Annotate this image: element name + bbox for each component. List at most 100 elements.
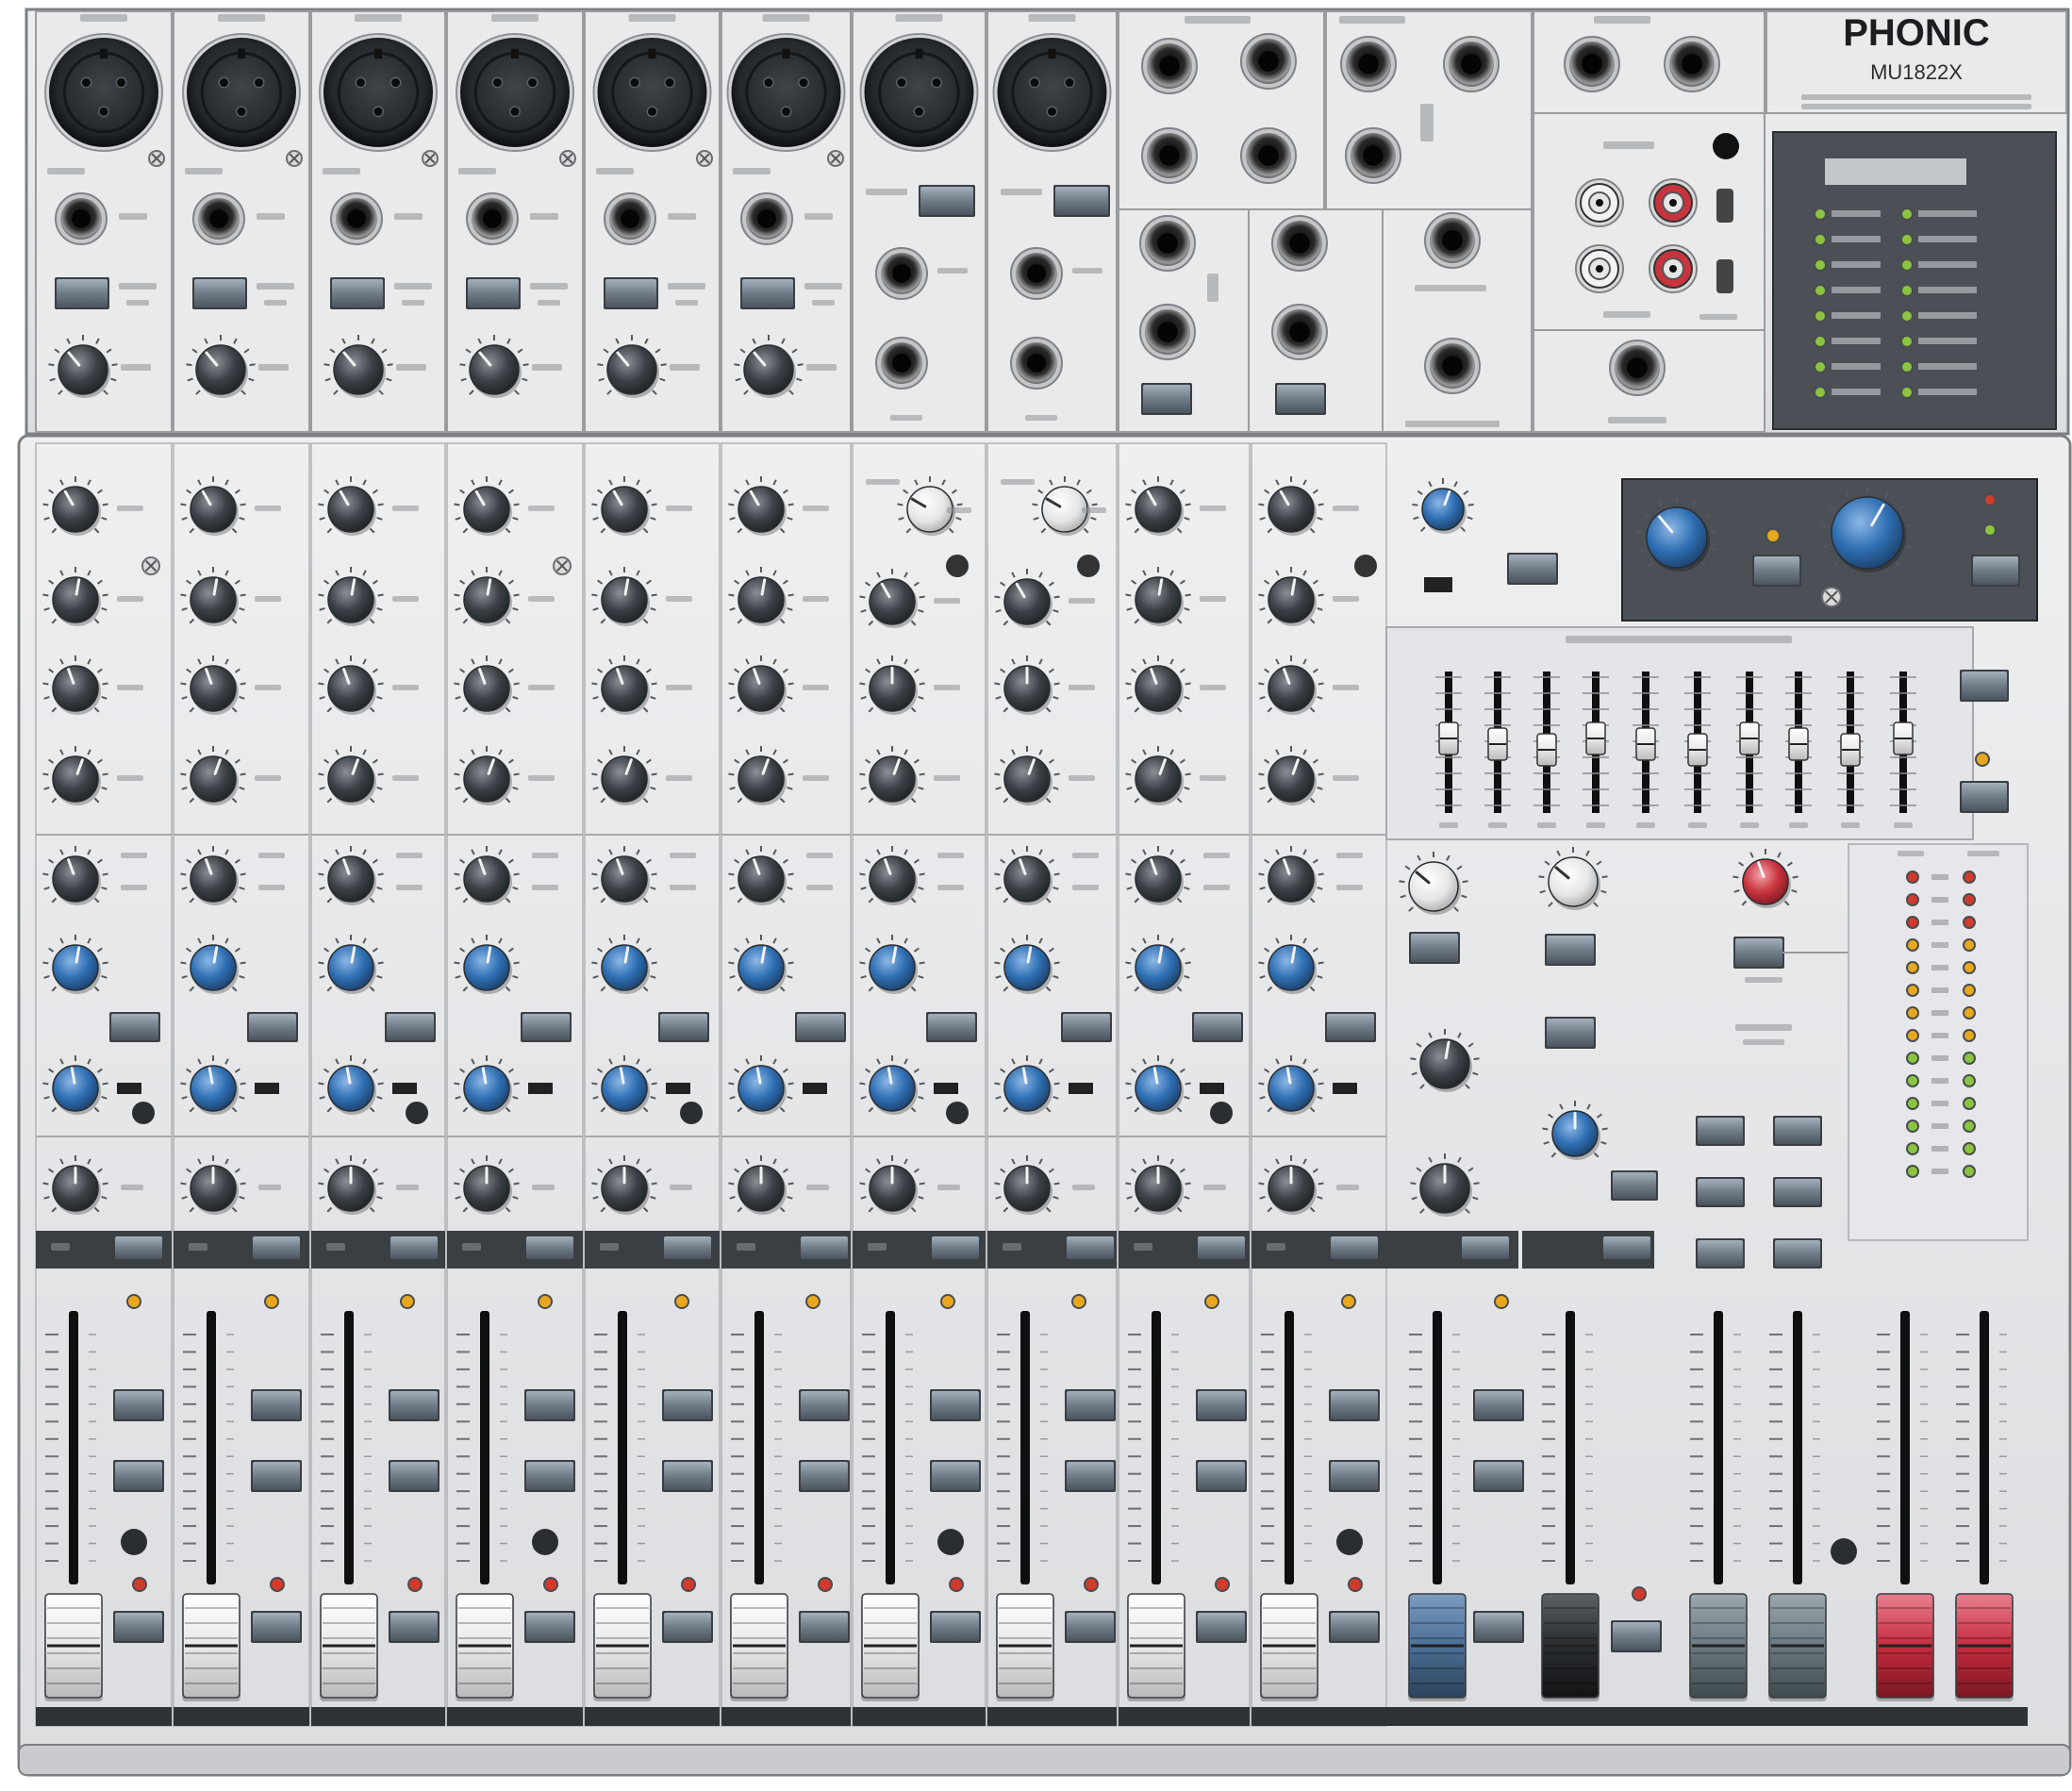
pre-post-button[interactable] [658,1012,709,1042]
monitor-mute-button[interactable] [1601,1235,1652,1261]
solo-button[interactable] [930,1611,981,1643]
led-lens [539,1296,551,1307]
group-3-4-button[interactable] [1065,1460,1116,1492]
mute-button[interactable] [1065,1235,1116,1261]
aux-solo-button[interactable] [1611,1170,1658,1201]
group-2-button[interactable] [1773,1116,1822,1146]
pre-post-button[interactable] [795,1012,846,1042]
group-3-4-button[interactable] [389,1460,439,1492]
led-lens [1815,209,1825,219]
silkscreen-mark [1735,1024,1792,1031]
group-3-4-button[interactable] [662,1460,713,1492]
group-3-4-button[interactable] [799,1460,850,1492]
button-cap [390,1613,438,1641]
knob-cap [327,576,374,623]
low-cut-button[interactable] [604,277,658,309]
mute-button[interactable] [389,1235,439,1261]
group-3-4-button[interactable] [930,1460,981,1492]
low-cut-button[interactable] [466,277,521,309]
group-assign-button[interactable] [1141,383,1192,415]
silkscreen-label [1072,853,1099,858]
group-1-2-button[interactable] [1196,1389,1247,1421]
monitor-solo-button[interactable] [1611,1620,1662,1652]
button-cap [1475,1391,1522,1419]
pre-post-button[interactable] [385,1012,436,1042]
group-1-2-button[interactable] [930,1389,981,1421]
group-4-button[interactable] [1773,1177,1822,1207]
group-1-2-button[interactable] [251,1389,302,1421]
group-3-button[interactable] [1696,1177,1745,1207]
fx-solo-button[interactable] [1473,1611,1524,1643]
effect-enable-button[interactable] [1752,555,1801,587]
solo-button[interactable] [1065,1611,1116,1643]
effect-mute-button[interactable] [1460,1235,1511,1261]
effect-mute-button[interactable] [1971,555,2020,587]
group-1-2-button[interactable] [524,1389,575,1421]
group-1-button[interactable] [1696,1116,1745,1146]
low-cut-button[interactable] [192,277,247,309]
group-1-2-button[interactable] [113,1389,164,1421]
pre-post-button[interactable] [247,1012,298,1042]
solo-button[interactable] [799,1611,850,1643]
knob-tick [102,772,108,776]
low-cut-button[interactable] [1053,185,1110,217]
silkscreen-label [1688,822,1707,828]
silkscreen-label [668,213,696,220]
group-1-2-button[interactable] [662,1389,713,1421]
solo-button[interactable] [1196,1611,1247,1643]
group-1-2-button[interactable] [1065,1389,1116,1421]
fx-group-1-2-button[interactable] [1473,1389,1524,1421]
group-1-2-button[interactable] [1329,1389,1380,1421]
low-cut-button[interactable] [919,185,975,217]
return-solo-button[interactable] [1507,553,1558,585]
feature-text-mark [1918,389,1977,395]
group-1-2-button[interactable] [799,1389,850,1421]
solo-button[interactable] [524,1611,575,1643]
silkscreen-label [121,853,147,858]
solo-button[interactable] [662,1611,713,1643]
group-3-4-button[interactable] [113,1460,164,1492]
mute-button[interactable] [1329,1235,1380,1261]
group-3-4-button[interactable] [1329,1460,1380,1492]
solo-button[interactable] [251,1611,302,1643]
geq-on-button[interactable] [1960,781,2009,813]
fx-group-3-4-button[interactable] [1473,1460,1524,1492]
aux-solo-button[interactable] [1409,932,1460,964]
mute-button[interactable] [251,1235,302,1261]
mute-button[interactable] [799,1235,850,1261]
mute-button[interactable] [524,1235,575,1261]
knob-cap [190,755,237,803]
mute-button[interactable] [113,1235,164,1261]
pre-post-button[interactable] [1192,1012,1243,1042]
group-assign-button[interactable] [1275,383,1326,415]
pre-post-button[interactable] [1061,1012,1112,1042]
group-3-4-button[interactable] [251,1460,302,1492]
low-cut-button[interactable] [55,277,109,309]
solo-button[interactable] [389,1611,439,1643]
knob-cap [327,665,374,712]
xlr-input-icon [182,33,301,152]
control-room-button[interactable] [1733,937,1784,969]
pre-post-button[interactable] [109,1012,160,1042]
pre-post-button[interactable] [521,1012,572,1042]
pre-post-button[interactable] [926,1012,977,1042]
solo-button[interactable] [1329,1611,1380,1643]
mute-button[interactable] [930,1235,981,1261]
low-cut-button[interactable] [330,277,385,309]
mute-button[interactable] [1196,1235,1247,1261]
group-3-4-button[interactable] [524,1460,575,1492]
silkscreen-label [121,1185,143,1190]
knob-tick [1125,872,1132,876]
low-cut-button[interactable] [740,277,795,309]
mute-button[interactable] [662,1235,713,1261]
geq-assign-button[interactable] [1960,670,2009,702]
pre-post-button[interactable] [1325,1012,1376,1042]
solo-button[interactable] [113,1611,164,1643]
knob-tick [1318,593,1324,597]
fx-to-monitor-button[interactable] [1545,934,1596,966]
solo-assign-button[interactable] [1773,1238,1822,1269]
group-1-2-button[interactable] [389,1389,439,1421]
main-assign-button[interactable] [1696,1238,1745,1269]
fx-solo-button[interactable] [1545,1017,1596,1049]
group-3-4-button[interactable] [1196,1460,1247,1492]
